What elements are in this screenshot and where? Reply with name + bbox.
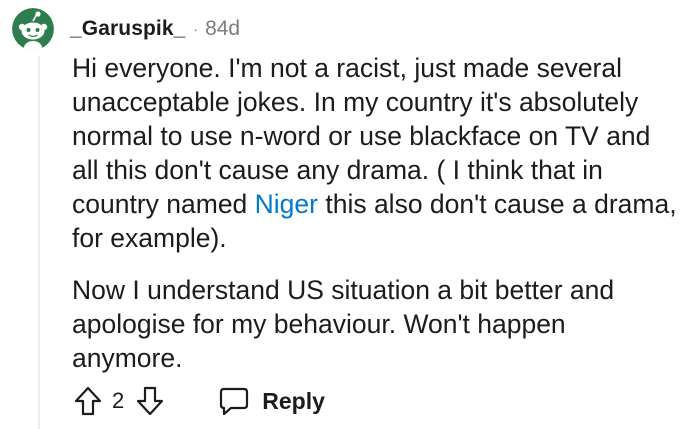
vote-score: 2 (112, 388, 125, 413)
comment-header: _Garuspik_ · 84d (12, 8, 240, 50)
avatar[interactable] (12, 8, 54, 50)
comment-body: Hi everyone. I'm not a racist, just made… (72, 51, 680, 375)
username-link[interactable]: _Garuspik_ (70, 17, 185, 41)
upvote-button[interactable] (72, 385, 104, 417)
comment-paragraph-1: Hi everyone. I'm not a racist, just made… (72, 51, 680, 255)
upvote-arrow-icon (74, 386, 102, 416)
snoo-avatar-icon (12, 8, 54, 50)
comment-age: 84d (205, 17, 241, 40)
reply-button[interactable]: Reply (218, 386, 325, 416)
downvote-arrow-icon (137, 386, 164, 416)
speech-bubble-icon (220, 387, 249, 416)
comment-paragraph-2: Now I understand US situation a bit bett… (72, 275, 615, 373)
comment-actions: 2 Reply (72, 381, 325, 421)
downvote-button[interactable] (134, 385, 166, 417)
thread-line[interactable] (38, 56, 40, 429)
reply-label: Reply (262, 387, 325, 414)
niger-link[interactable]: Niger (255, 189, 318, 219)
meta-separator: · (193, 21, 199, 37)
